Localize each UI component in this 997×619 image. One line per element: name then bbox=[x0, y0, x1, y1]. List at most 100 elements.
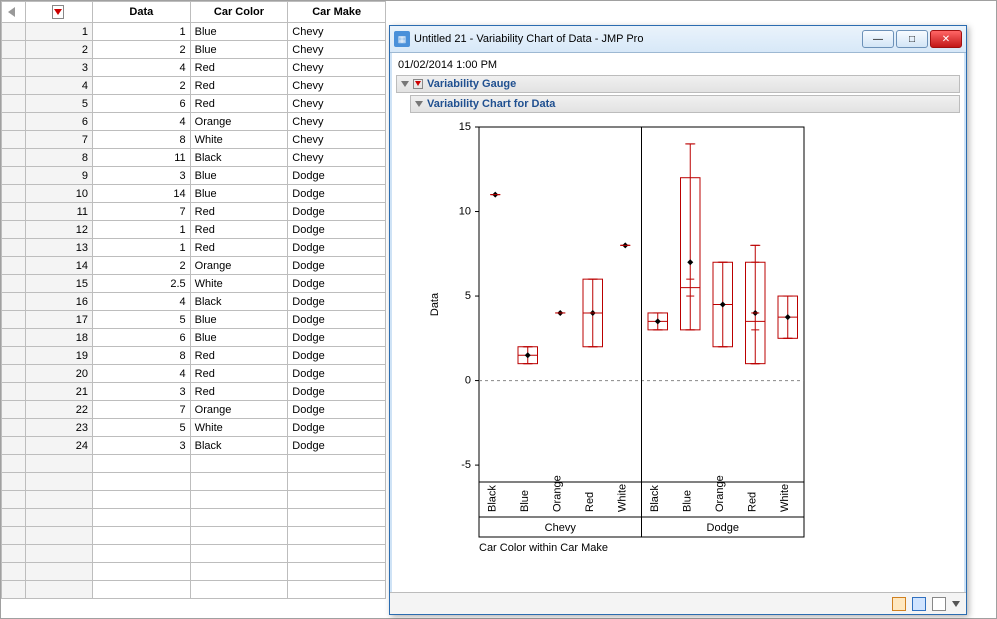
cell-color[interactable]: White bbox=[190, 275, 288, 293]
row-number[interactable]: 23 bbox=[26, 419, 93, 437]
maximize-button[interactable]: □ bbox=[896, 30, 928, 48]
row-number[interactable]: 1 bbox=[26, 23, 93, 41]
home-icon[interactable] bbox=[892, 597, 906, 611]
table-row[interactable]: 2 2 Blue Chevy bbox=[2, 41, 386, 59]
row-number[interactable]: 21 bbox=[26, 383, 93, 401]
cell-color[interactable]: Red bbox=[190, 59, 288, 77]
row-marker[interactable] bbox=[2, 203, 26, 221]
cell-data[interactable]: 14 bbox=[92, 185, 190, 203]
cell-make[interactable]: Dodge bbox=[288, 365, 386, 383]
table-row[interactable]: 11 7 Red Dodge bbox=[2, 203, 386, 221]
cell-color[interactable]: Red bbox=[190, 77, 288, 95]
table-row[interactable]: 16 4 Black Dodge bbox=[2, 293, 386, 311]
cell-data[interactable]: 8 bbox=[92, 131, 190, 149]
table-row[interactable]: 10 14 Blue Dodge bbox=[2, 185, 386, 203]
table-row[interactable]: 6 4 Orange Chevy bbox=[2, 113, 386, 131]
row-marker[interactable] bbox=[2, 419, 26, 437]
cell-data[interactable]: 2 bbox=[92, 41, 190, 59]
row-number[interactable]: 24 bbox=[26, 437, 93, 455]
cell-color[interactable]: Blue bbox=[190, 311, 288, 329]
cell-color[interactable]: Blue bbox=[190, 329, 288, 347]
cell-make[interactable]: Dodge bbox=[288, 293, 386, 311]
cell-make[interactable]: Dodge bbox=[288, 203, 386, 221]
cell-color[interactable]: Orange bbox=[190, 401, 288, 419]
table-row[interactable]: 9 3 Blue Dodge bbox=[2, 167, 386, 185]
cell-make[interactable]: Dodge bbox=[288, 311, 386, 329]
row-marker[interactable] bbox=[2, 167, 26, 185]
table-row[interactable]: 23 5 White Dodge bbox=[2, 419, 386, 437]
cell-color[interactable]: Orange bbox=[190, 257, 288, 275]
grid-icon[interactable] bbox=[932, 597, 946, 611]
row-marker[interactable] bbox=[2, 95, 26, 113]
row-marker[interactable] bbox=[2, 149, 26, 167]
close-button[interactable]: ✕ bbox=[930, 30, 962, 48]
table-row[interactable]: 15 2.5 White Dodge bbox=[2, 275, 386, 293]
row-marker[interactable] bbox=[2, 347, 26, 365]
cell-color[interactable]: Blue bbox=[190, 167, 288, 185]
table-row[interactable]: 13 1 Red Dodge bbox=[2, 239, 386, 257]
row-number[interactable]: 7 bbox=[26, 131, 93, 149]
col-header-color[interactable]: Car Color bbox=[190, 2, 288, 23]
titlebar[interactable]: ▦ Untitled 21 - Variability Chart of Dat… bbox=[390, 26, 966, 53]
cell-color[interactable]: Blue bbox=[190, 41, 288, 59]
cell-data[interactable]: 3 bbox=[92, 437, 190, 455]
cell-make[interactable]: Chevy bbox=[288, 95, 386, 113]
cell-make[interactable]: Chevy bbox=[288, 59, 386, 77]
cell-color[interactable]: Black bbox=[190, 437, 288, 455]
table-row[interactable]: 19 8 Red Dodge bbox=[2, 347, 386, 365]
cell-make[interactable]: Dodge bbox=[288, 185, 386, 203]
cell-data[interactable]: 1 bbox=[92, 239, 190, 257]
table-row[interactable]: 5 6 Red Chevy bbox=[2, 95, 386, 113]
row-marker[interactable] bbox=[2, 437, 26, 455]
row-marker[interactable] bbox=[2, 239, 26, 257]
variability-chart[interactable]: -5051015DataBlackBlueOrangeRedWhiteBlack… bbox=[424, 117, 814, 577]
rownum-header[interactable] bbox=[26, 2, 93, 23]
cell-color[interactable]: Red bbox=[190, 365, 288, 383]
col-header-data[interactable]: Data bbox=[92, 2, 190, 23]
cell-make[interactable]: Dodge bbox=[288, 383, 386, 401]
cell-make[interactable]: Chevy bbox=[288, 41, 386, 59]
row-number[interactable]: 2 bbox=[26, 41, 93, 59]
row-marker[interactable] bbox=[2, 365, 26, 383]
row-marker[interactable] bbox=[2, 41, 26, 59]
cell-data[interactable]: 7 bbox=[92, 203, 190, 221]
minimize-button[interactable]: — bbox=[862, 30, 894, 48]
table-row[interactable]: 8 11 Black Chevy bbox=[2, 149, 386, 167]
cell-make[interactable]: Dodge bbox=[288, 329, 386, 347]
cell-make[interactable]: Chevy bbox=[288, 131, 386, 149]
cell-color[interactable]: Black bbox=[190, 293, 288, 311]
cell-color[interactable]: Red bbox=[190, 203, 288, 221]
row-marker[interactable] bbox=[2, 23, 26, 41]
table-row[interactable]: 12 1 Red Dodge bbox=[2, 221, 386, 239]
panel-variability-gauge[interactable]: Variability Gauge bbox=[396, 75, 960, 93]
table-row[interactable]: 20 4 Red Dodge bbox=[2, 365, 386, 383]
cell-color[interactable]: Red bbox=[190, 347, 288, 365]
row-number[interactable]: 9 bbox=[26, 167, 93, 185]
table-row[interactable]: 21 3 Red Dodge bbox=[2, 383, 386, 401]
cell-color[interactable]: Blue bbox=[190, 185, 288, 203]
row-marker[interactable] bbox=[2, 77, 26, 95]
table-row[interactable]: 3 4 Red Chevy bbox=[2, 59, 386, 77]
cell-color[interactable]: Red bbox=[190, 221, 288, 239]
data-table[interactable]: Data Car Color Car Make 1 1 Blue Chevy 2… bbox=[1, 1, 386, 599]
table-row[interactable]: 22 7 Orange Dodge bbox=[2, 401, 386, 419]
cell-data[interactable]: 5 bbox=[92, 311, 190, 329]
cell-make[interactable]: Dodge bbox=[288, 239, 386, 257]
row-marker[interactable] bbox=[2, 311, 26, 329]
cell-make[interactable]: Dodge bbox=[288, 275, 386, 293]
cell-make[interactable]: Chevy bbox=[288, 23, 386, 41]
table-row[interactable]: 17 5 Blue Dodge bbox=[2, 311, 386, 329]
cell-data[interactable]: 11 bbox=[92, 149, 190, 167]
row-marker[interactable] bbox=[2, 185, 26, 203]
cell-make[interactable]: Dodge bbox=[288, 257, 386, 275]
table-corner[interactable] bbox=[2, 2, 26, 23]
row-marker[interactable] bbox=[2, 59, 26, 77]
row-number[interactable]: 6 bbox=[26, 113, 93, 131]
col-header-make[interactable]: Car Make bbox=[288, 2, 386, 23]
cell-data[interactable]: 6 bbox=[92, 329, 190, 347]
cell-data[interactable]: 5 bbox=[92, 419, 190, 437]
cell-color[interactable]: White bbox=[190, 131, 288, 149]
row-number[interactable]: 11 bbox=[26, 203, 93, 221]
row-marker[interactable] bbox=[2, 113, 26, 131]
cell-data[interactable]: 1 bbox=[92, 221, 190, 239]
